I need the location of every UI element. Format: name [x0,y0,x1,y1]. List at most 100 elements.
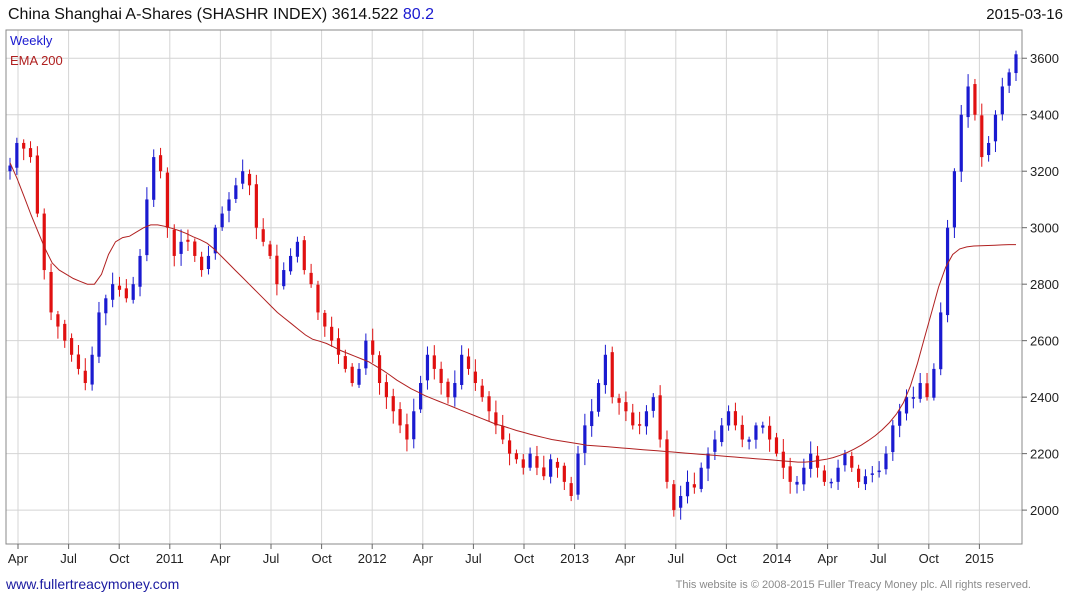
candle-body [911,397,915,399]
candle-body [788,466,792,482]
x-tick-label: Oct [716,551,737,566]
y-tick-label: 3200 [1030,164,1059,179]
candle-body [603,354,607,386]
candle-body [747,439,751,442]
candle-body [501,425,505,440]
candle-body [90,354,94,385]
candle-body [165,172,170,228]
x-tick-label: 2013 [560,551,589,566]
candle-body [774,437,779,454]
legend-entry: Weekly [10,33,53,48]
copyright-text: This website is © 2008-2015 Fuller Treac… [675,579,1031,591]
candle-body [69,338,74,355]
candle-body [104,298,108,314]
candle-body [336,338,341,355]
candle-body [549,459,553,477]
candle-body [596,383,601,412]
x-tick-label: Apr [210,551,231,566]
candle-body [624,402,628,412]
candle-body [473,371,477,384]
candle-body [343,356,347,369]
candle-body [939,312,943,370]
candle-body [316,284,320,313]
x-axis: Apr Jul Oct 2011 Apr Jul Oct 2012 Apr Jul Oct 2013 A… [8,544,994,566]
candle-body [323,312,327,327]
candle-body [925,383,929,398]
candle-body [76,354,81,369]
candle-body [35,155,39,214]
candle-body [583,425,587,453]
y-tick-label: 2800 [1030,277,1059,292]
candle-body [152,157,156,200]
candle-body [706,453,710,469]
candle-body [514,453,519,460]
candle-body [22,142,26,149]
candle-body [631,412,635,426]
candle-body [973,84,977,115]
candle-body [952,171,957,228]
candle-body [699,467,703,489]
candle-body [1000,86,1004,115]
candle-body [685,481,690,497]
x-tick-label: Oct [514,551,535,566]
candle-body [227,199,231,211]
candle-body [15,142,19,168]
candle-body [822,470,826,482]
candle-body [138,255,142,287]
y-tick-label: 2600 [1030,334,1059,349]
candle-body [856,468,861,482]
candle-body [658,395,662,440]
candle-body [405,424,409,440]
candle-body [97,312,101,357]
candle-body [412,411,416,440]
candle-body [309,272,313,285]
candle-body [617,398,621,403]
x-tick-label: 2014 [763,551,792,566]
candle-body [726,411,731,426]
candle-body [302,240,306,271]
candle-body [850,455,854,468]
candle-body [918,383,922,399]
candle-body [384,382,388,398]
y-tick-label: 2400 [1030,390,1059,405]
candle-body [665,439,669,482]
candle-body [802,467,806,485]
candle-body [179,241,183,254]
x-tick-label: Apr [413,551,434,566]
candle-body [870,473,874,475]
candle-body [966,86,970,118]
candle-body [117,285,122,290]
candle-body [891,425,895,453]
candle-body [172,229,176,256]
candle-body [528,453,532,468]
candle-body [330,326,334,341]
candle-body [357,368,361,385]
candle-body [350,366,354,384]
candle-body [439,368,443,384]
candle-body [795,481,799,485]
candle-body [507,440,512,454]
candle-body [768,425,772,440]
candle-body [480,385,484,398]
candle-body [288,255,293,272]
candle-body [836,467,840,482]
website-link[interactable]: www.fullertreacymoney.com [6,576,179,592]
candles [8,50,1018,520]
candle-body [692,484,696,488]
candle-body [884,453,888,470]
plot-frame [5,29,1023,545]
x-tick-label: Oct [311,551,332,566]
candle-body [932,368,936,398]
ema-200-line [9,162,1016,463]
y-axis: 2000 2200 2400 2600 2800 3000 3200 3400 3600 [1022,51,1059,518]
candle-body [42,213,46,271]
candle-body [754,425,758,440]
candle-body [83,370,87,384]
x-tick-label: Jul [60,551,77,566]
candle-body [460,354,464,385]
candle-body [720,425,724,443]
candle-body [733,411,738,426]
candle-body [111,284,115,300]
y-tick-label: 3400 [1030,108,1059,123]
candle-body [268,244,272,256]
